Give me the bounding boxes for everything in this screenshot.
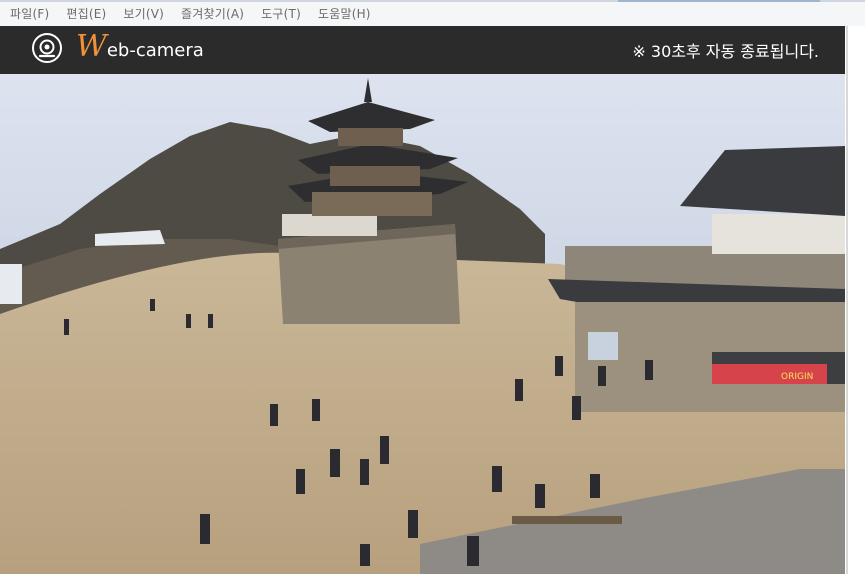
auto-close-notice: ※ 30초후 자동 종료됩니다. (632, 42, 819, 61)
logo-rest: eb-camera (106, 40, 204, 61)
active-tab-strip (618, 0, 820, 2)
logo-initial: W (76, 29, 107, 64)
webcam-feed: ORIGIN (0, 74, 845, 574)
bench (512, 516, 622, 524)
status-gap (0, 574, 865, 586)
right-window-edge (846, 26, 865, 586)
menu-help[interactable]: 도움말(H) (318, 5, 371, 22)
pavilion-base (282, 214, 377, 236)
menu-favorites[interactable]: 즐겨찾기(A) (181, 5, 244, 22)
menu-tools[interactable]: 도구(T) (261, 5, 301, 22)
webcam-logo: Web-camera (76, 32, 204, 62)
menu-bar: 파일(F) 편집(E) 보기(V) 즐겨찾기(A) 도구(T) 도움말(H) (0, 0, 865, 27)
menu-items: 파일(F) 편집(E) 보기(V) 즐겨찾기(A) 도구(T) 도움말(H) (0, 0, 388, 26)
menu-edit[interactable]: 편집(E) (66, 5, 106, 22)
menu-file[interactable]: 파일(F) (10, 5, 49, 22)
shop-sign-text: ORIGIN (781, 372, 813, 382)
webcam-logo-icon (32, 33, 62, 63)
webcam-header: Web-camera ※ 30초후 자동 종료됩니다. (0, 26, 845, 74)
left-kiosk (0, 264, 22, 304)
menu-view[interactable]: 보기(V) (123, 5, 164, 22)
